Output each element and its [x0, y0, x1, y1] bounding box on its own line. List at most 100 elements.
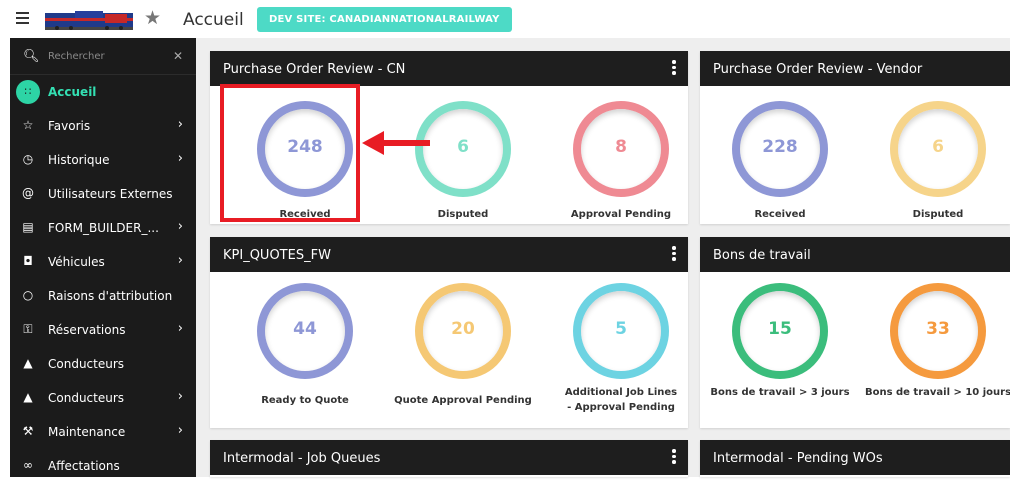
chevron-right-icon: ›: [177, 389, 183, 404]
sidebar-item-label: Réservations: [48, 323, 126, 337]
sidebar-item-r-servations[interactable]: ⚿ Réservations ›: [10, 313, 196, 347]
user-icon: ▲: [23, 356, 33, 370]
sidebar-item-form-builder[interactable]: ▤ FORM_BUILDER_... ›: [10, 211, 196, 245]
logo: [45, 11, 133, 30]
kpi-ring: 228: [732, 101, 828, 197]
search-input[interactable]: Rechercher: [48, 51, 105, 62]
card-title: Intermodal - Pending WOs: [713, 451, 883, 466]
sidebar-item-label: Accueil: [48, 85, 97, 99]
kpi-ready-to-quote[interactable]: 44 Ready to Quote: [230, 283, 380, 408]
sidebar-item-label: Maintenance: [48, 425, 126, 439]
chevron-right-icon: ›: [177, 423, 183, 438]
kpi-value: 6: [932, 137, 944, 157]
sidebar-item-affectations[interactable]: ∞ Affectations: [10, 449, 196, 483]
favorite-star-icon[interactable]: ★: [144, 7, 161, 29]
close-icon[interactable]: ✕: [173, 49, 183, 63]
sidebar: 🔍︎ Rechercher ✕ ∷ Accueil ☆ Favoris › ◷ Histor…: [10, 38, 196, 477]
kpi-value: 44: [293, 319, 317, 339]
sidebar-item-label: Affectations: [48, 459, 120, 473]
sidebar-item-label: Conducteurs: [48, 357, 125, 371]
sidebar-item-conducteurs[interactable]: ▲ Conducteurs: [10, 347, 196, 381]
wrench-icon: ⚒: [22, 424, 34, 438]
kpi-label: Bons de travail > 3 jours: [710, 387, 850, 398]
sidebar-item-raisons-d-attribution[interactable]: ○ Raisons d'attribution: [10, 279, 196, 313]
kpi-ring: 8: [573, 101, 669, 197]
kpi-label: Received: [754, 209, 806, 220]
card-bons-de-travail: Bons de travail 15 Bons de travail > 3 jo…: [700, 237, 1010, 428]
kpi-quote-approval-pending[interactable]: 20 Quote Approval Pending: [388, 283, 538, 408]
top-bar: ★ Accueil DEV SITE: CANADIANNATIONALRAIL…: [0, 0, 1010, 38]
circle-icon: ○: [22, 288, 34, 302]
star-icon: ☆: [22, 118, 34, 132]
clipboard-icon: ▤: [22, 220, 34, 234]
at-icon: @: [22, 186, 34, 200]
dev-site-badge: DEV SITE: CANADIANNATIONALRAILWAY: [257, 7, 512, 32]
kpi-bons-10-jours[interactable]: 33 Bons de travail > 10 jours: [863, 283, 1010, 400]
kpi-label: Additional Job Lines - Approval Pending: [564, 387, 678, 413]
sidebar-item-label: Conducteurs: [48, 391, 125, 405]
more-options-icon[interactable]: [672, 449, 676, 466]
kpi-ring: 15: [732, 283, 828, 379]
kpi-approval-pending[interactable]: 8 Approval Pending: [546, 101, 696, 222]
kpi-value: 15: [768, 319, 792, 339]
kpi-received[interactable]: 228 Received: [705, 101, 855, 222]
more-options-icon[interactable]: [672, 60, 676, 77]
kpi-value: 20: [451, 319, 475, 339]
link-icon: ∞: [23, 458, 33, 472]
sidebar-item-label: Favoris: [48, 119, 91, 133]
card-title: Purchase Order Review - CN: [223, 62, 406, 77]
kpi-bons-3-jours[interactable]: 15 Bons de travail > 3 jours: [705, 283, 855, 400]
sidebar-item-label: Véhicules: [48, 255, 105, 269]
card-title: KPI_QUOTES_FW: [223, 248, 331, 263]
kpi-label: Disputed: [912, 209, 964, 220]
kpi-label: Disputed: [437, 209, 489, 220]
chevron-right-icon: ›: [177, 321, 183, 336]
sidebar-item-label: Raisons d'attribution: [48, 289, 173, 303]
sidebar-item-v-hicules[interactable]: ◘ Véhicules ›: [10, 245, 196, 279]
chevron-right-icon: ›: [177, 151, 183, 166]
card-title: Intermodal - Job Queues: [223, 451, 381, 466]
kpi-value: 8: [615, 137, 627, 157]
kpi-ring: 5: [573, 283, 669, 379]
search-icon: 🔍︎: [23, 49, 40, 64]
sidebar-item-conducteurs[interactable]: ▲ Conducteurs ›: [10, 381, 196, 415]
kpi-ring: 6: [890, 101, 986, 197]
menu-icon[interactable]: [16, 12, 29, 25]
kpi-value: 5: [615, 319, 627, 339]
kpi-label: Quote Approval Pending: [394, 395, 532, 406]
clock-icon: ◷: [22, 152, 34, 166]
chevron-right-icon: ›: [177, 117, 183, 132]
card-intermodal-pending-wos: Intermodal - Pending WOs: [700, 440, 1010, 477]
kpi-disputed[interactable]: 6 Disputed: [863, 101, 1010, 222]
kpi-ring: 44: [257, 283, 353, 379]
kpi-label: Bons de travail > 10 jours: [864, 387, 1010, 398]
key-icon: ⚿: [23, 322, 33, 336]
chevron-right-icon: ›: [177, 253, 183, 268]
annotation-highlight-box: [220, 84, 360, 222]
kpi-value: 33: [926, 319, 950, 339]
card-po-review-vendor: Purchase Order Review - Vendor 228 Receiv…: [700, 51, 1010, 224]
more-options-icon[interactable]: [672, 246, 676, 263]
kpi-additional-job-lines[interactable]: 5 Additional Job Lines - Approval Pending: [546, 283, 696, 415]
sidebar-item-utilisateurs-externes[interactable]: @ Utilisateurs Externes: [10, 177, 196, 211]
sidebar-item-accueil[interactable]: ∷ Accueil: [10, 75, 196, 109]
kpi-disputed[interactable]: 6 Disputed: [388, 101, 538, 222]
card-intermodal-job-queues: Intermodal - Job Queues: [210, 440, 688, 477]
sidebar-item-label: FORM_BUILDER_...: [48, 221, 159, 235]
card-title: Bons de travail: [713, 248, 811, 263]
sidebar-item-label: Utilisateurs Externes: [48, 187, 173, 201]
kpi-label: Approval Pending: [570, 209, 672, 220]
sidebar-item-label: Historique: [48, 153, 110, 167]
kpi-ring: 33: [890, 283, 986, 379]
sidebar-item-historique[interactable]: ◷ Historique ›: [10, 143, 196, 177]
page-title: Accueil: [183, 10, 244, 30]
chevron-right-icon: ›: [177, 219, 183, 234]
sidebar-search[interactable]: 🔍︎ Rechercher ✕: [10, 38, 196, 75]
annotation-arrow-icon: [362, 131, 430, 155]
kpi-label: Ready to Quote: [261, 395, 349, 406]
sidebar-item-maintenance[interactable]: ⚒ Maintenance ›: [10, 415, 196, 449]
sidebar-item-favoris[interactable]: ☆ Favoris ›: [10, 109, 196, 143]
card-kpi-quotes-fw: KPI_QUOTES_FW 44 Ready to Quote 20 Quote A…: [210, 237, 688, 428]
kpi-ring: 20: [415, 283, 511, 379]
kpi-value: 6: [457, 137, 469, 157]
